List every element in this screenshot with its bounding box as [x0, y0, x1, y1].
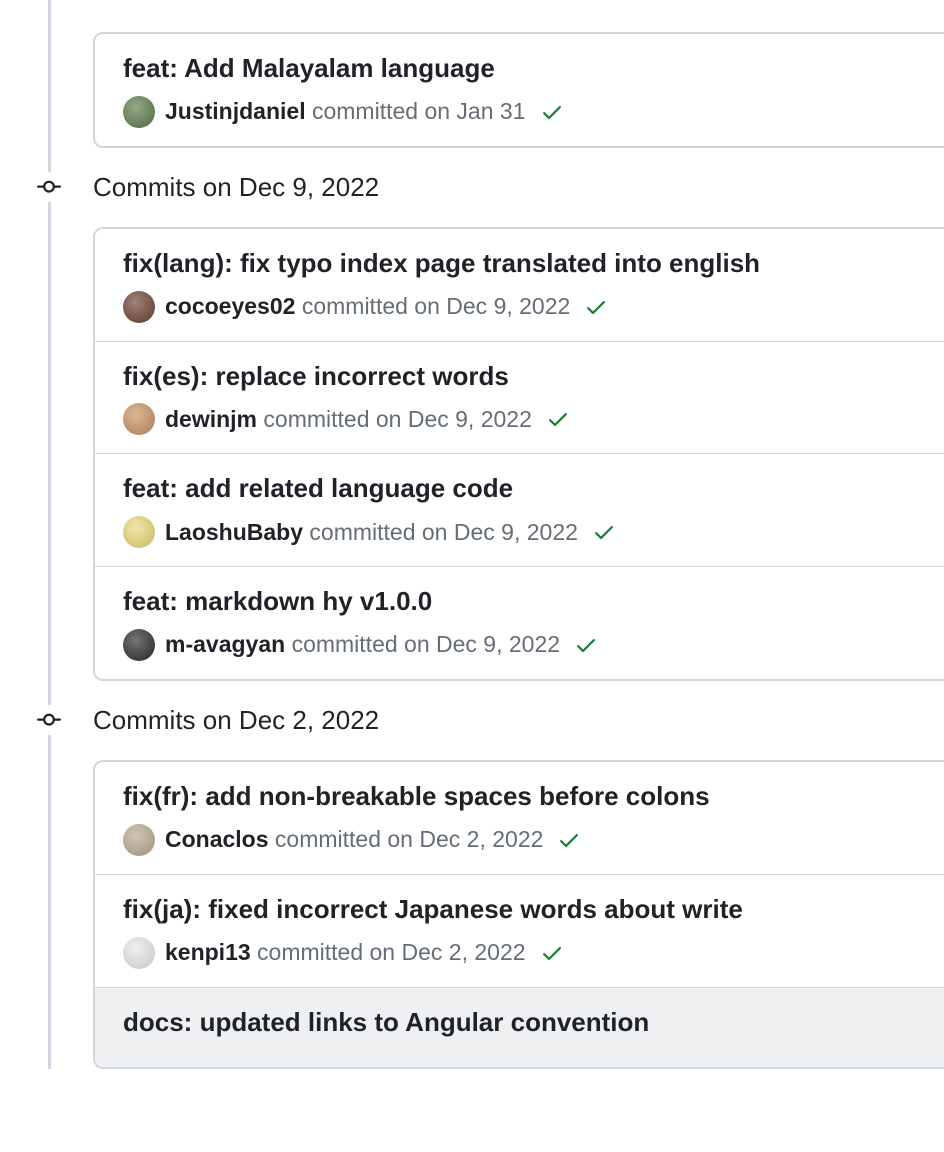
commit-date: committed on Dec 2, 2022 [257, 939, 525, 965]
commit-title[interactable]: feat: markdown hy v1.0.0 [123, 585, 916, 619]
commit-author[interactable]: Conaclos [165, 826, 269, 852]
commit-group: feat: Add Malayalam language Justinjdanie… [93, 32, 944, 148]
commit-meta-text: Justinjdaniel committed on Jan 31 [165, 98, 526, 125]
commit-meta: dewinjm committed on Dec 9, 2022 [123, 403, 916, 435]
commit-date: committed on Dec 2, 2022 [275, 826, 543, 852]
avatar[interactable] [123, 291, 155, 323]
date-header-text: Commits on Dec 9, 2022 [93, 172, 379, 202]
commit-author[interactable]: cocoeyes02 [165, 293, 295, 319]
commit-author[interactable]: Justinjdaniel [165, 98, 306, 124]
timeline-spacer [48, 0, 944, 32]
commit-date: committed on Dec 9, 2022 [292, 631, 560, 657]
commit-date-header: Commits on Dec 9, 2022 [48, 148, 944, 227]
check-icon[interactable] [540, 941, 564, 965]
avatar[interactable] [123, 96, 155, 128]
commit-marker-icon [34, 705, 64, 735]
check-icon[interactable] [540, 100, 564, 124]
commit-item[interactable]: fix(lang): fix typo index page translate… [95, 229, 944, 342]
avatar[interactable] [123, 629, 155, 661]
date-header-text: Commits on Dec 2, 2022 [93, 705, 379, 735]
avatar[interactable] [123, 824, 155, 856]
avatar[interactable] [123, 937, 155, 969]
commit-author[interactable]: LaoshuBaby [165, 519, 303, 545]
commit-timeline: feat: Add Malayalam language Justinjdanie… [0, 0, 944, 1069]
commit-item[interactable]: feat: Add Malayalam language Justinjdanie… [95, 34, 944, 146]
commit-meta-text: dewinjm committed on Dec 9, 2022 [165, 406, 532, 433]
commit-meta: m-avagyan committed on Dec 9, 2022 [123, 629, 916, 661]
commit-title[interactable]: feat: Add Malayalam language [123, 52, 916, 86]
commit-title[interactable]: fix(es): replace incorrect words [123, 360, 916, 394]
commit-date: committed on Dec 9, 2022 [263, 406, 531, 432]
commit-group: fix(fr): add non-breakable spaces before… [93, 760, 944, 1069]
commit-meta-text: cocoeyes02 committed on Dec 9, 2022 [165, 293, 570, 320]
commit-meta: kenpi13 committed on Dec 2, 2022 [123, 937, 916, 969]
commit-date: committed on Dec 9, 2022 [309, 519, 577, 545]
check-icon[interactable] [584, 295, 608, 319]
check-icon[interactable] [592, 520, 616, 544]
commit-item[interactable]: feat: markdown hy v1.0.0 m-avagyan commit… [95, 567, 944, 679]
commit-title[interactable]: docs: updated links to Angular conventio… [123, 1006, 916, 1040]
commit-meta: cocoeyes02 committed on Dec 9, 2022 [123, 291, 916, 323]
commit-author[interactable]: m-avagyan [165, 631, 285, 657]
check-icon[interactable] [574, 633, 598, 657]
commit-item[interactable]: fix(ja): fixed incorrect Japanese words … [95, 875, 944, 988]
commit-author[interactable]: kenpi13 [165, 939, 251, 965]
commit-marker-icon [34, 172, 64, 202]
commit-meta: LaoshuBaby committed on Dec 9, 2022 [123, 516, 916, 548]
commit-meta-text: Conaclos committed on Dec 2, 2022 [165, 826, 543, 853]
commit-title[interactable]: fix(lang): fix typo index page translate… [123, 247, 916, 281]
check-icon[interactable] [557, 828, 581, 852]
commit-meta-text: m-avagyan committed on Dec 9, 2022 [165, 631, 560, 658]
commit-meta: Justinjdaniel committed on Jan 31 [123, 96, 916, 128]
commit-item[interactable]: fix(fr): add non-breakable spaces before… [95, 762, 944, 875]
commit-group: fix(lang): fix typo index page translate… [93, 227, 944, 681]
commit-meta-text: LaoshuBaby committed on Dec 9, 2022 [165, 519, 578, 546]
avatar[interactable] [123, 403, 155, 435]
commit-title[interactable]: fix(ja): fixed incorrect Japanese words … [123, 893, 916, 927]
commit-title[interactable]: feat: add related language code [123, 472, 916, 506]
commit-date-header: Commits on Dec 2, 2022 [48, 681, 944, 760]
commit-meta: Conaclos committed on Dec 2, 2022 [123, 824, 916, 856]
commit-meta-text: kenpi13 committed on Dec 2, 2022 [165, 939, 526, 966]
commit-item[interactable]: feat: add related language code LaoshuBab… [95, 454, 944, 567]
commit-date: committed on Dec 9, 2022 [302, 293, 570, 319]
commit-date: committed on Jan 31 [312, 98, 526, 124]
commit-item[interactable]: fix(es): replace incorrect words dewinjm … [95, 342, 944, 455]
avatar[interactable] [123, 516, 155, 548]
commit-title[interactable]: fix(fr): add non-breakable spaces before… [123, 780, 916, 814]
commit-item[interactable]: docs: updated links to Angular conventio… [95, 988, 944, 1068]
commit-author[interactable]: dewinjm [165, 406, 257, 432]
check-icon[interactable] [546, 407, 570, 431]
